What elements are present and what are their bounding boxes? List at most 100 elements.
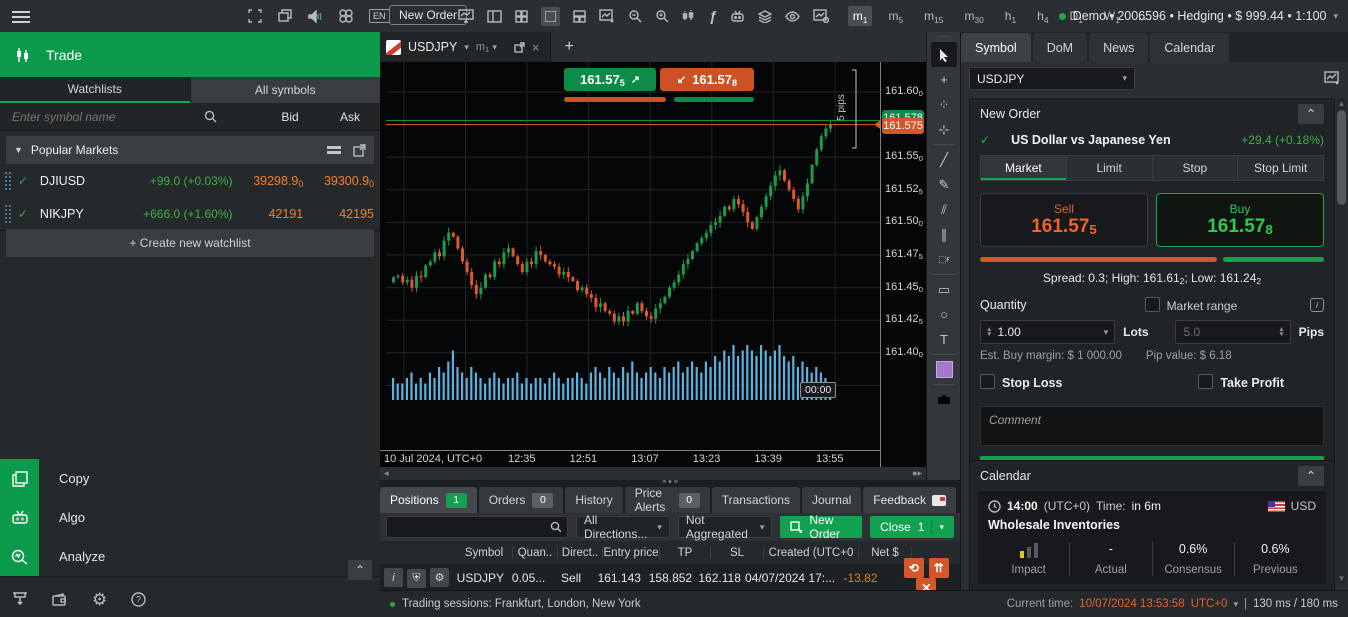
wallet-icon[interactable] — [52, 593, 68, 607]
watchlist-group-header[interactable]: ▼ Popular Markets — [6, 136, 374, 164]
reverse-position-button[interactable]: ⟲ — [904, 558, 924, 578]
ask-price[interactable]: 42195 — [303, 207, 374, 221]
grid-multi-icon[interactable] — [515, 10, 528, 23]
feedback-button[interactable]: Feedback — [863, 487, 956, 513]
chart-timeframe-label[interactable]: m1 ▾ — [476, 41, 497, 53]
fullscreen-icon[interactable] — [248, 9, 262, 23]
frame-tool[interactable]: ⊹ — [931, 117, 957, 142]
order-type-stop-limit[interactable]: Stop Limit — [1237, 156, 1323, 180]
add-chart-icon[interactable] — [599, 9, 615, 23]
hamburger-menu-icon[interactable] — [12, 8, 30, 26]
list-view-icon[interactable] — [327, 144, 341, 157]
order-type-market[interactable]: Market — [981, 156, 1066, 180]
indicators-icon[interactable]: ƒ — [709, 8, 717, 24]
add-chart-tab-button[interactable]: + — [565, 38, 574, 56]
tab-symbol[interactable]: Symbol — [961, 33, 1031, 62]
chart-area[interactable]: 161.575 ↗ ↙ 161.578 00:00 5 pips — [380, 62, 880, 450]
tab-all-symbols[interactable]: All symbols — [190, 77, 381, 103]
chevron-down-icon[interactable]: ▾ — [464, 42, 469, 53]
timeframe-m1[interactable]: m1 — [848, 6, 873, 26]
stepper-arrows-icon[interactable]: ▲▼ — [981, 327, 997, 337]
layout-icon[interactable] — [487, 10, 502, 23]
tab-watchlists[interactable]: Watchlists — [0, 77, 190, 103]
add-to-chart-icon[interactable] — [1324, 71, 1341, 86]
collapse-chevron-icon[interactable]: ⌃ — [1298, 466, 1324, 486]
plugins-icon[interactable] — [339, 9, 353, 23]
tab-news[interactable]: News — [1089, 33, 1148, 62]
zoom-out-icon[interactable] — [628, 9, 642, 23]
pen-tool[interactable]: ✎ — [931, 172, 957, 197]
drag-handle-icon[interactable] — [4, 204, 12, 224]
ask-price[interactable]: 39300.90 — [303, 174, 374, 188]
account-selector[interactable]: Demo • 2006596 • Hedging • $ 999.44 • 1:… — [1059, 0, 1338, 32]
take-profit-checkbox[interactable]: Take Profit — [1198, 374, 1284, 390]
new-order-button-panel[interactable]: New Order — [780, 516, 862, 538]
color-swatch[interactable] — [931, 357, 957, 382]
price-axis[interactable]: 161.600161.550161.525161.500161.475161.4… — [880, 62, 927, 467]
comment-textarea[interactable]: Comment — [980, 406, 1324, 446]
buy-button[interactable]: Buy 161.578 — [1156, 193, 1324, 247]
order-type-limit[interactable]: Limit — [1066, 156, 1152, 180]
new-order-button[interactable]: New Order — [389, 5, 467, 25]
order-type-stop[interactable]: Stop — [1152, 156, 1238, 180]
pointer-tool[interactable] — [931, 42, 957, 67]
market-range-checkbox[interactable]: Market range — [1145, 297, 1238, 313]
timezone-selector[interactable]: UTC+0 — [1191, 598, 1228, 610]
help-icon[interactable]: ? — [131, 592, 146, 607]
timeframe-m15[interactable]: m15 — [919, 6, 948, 26]
stop-loss-checkbox[interactable]: Stop Loss — [980, 374, 1062, 390]
sidebar-collapse-button[interactable]: ⌃ — [348, 560, 372, 580]
bid-price[interactable]: 39298.90 — [233, 174, 304, 188]
position-protection-icon[interactable]: ⛨ — [407, 569, 426, 588]
grid-split-icon[interactable] — [573, 10, 586, 23]
right-panel-scrollbar[interactable]: ▲ ▼ — [1336, 98, 1347, 584]
search-icon[interactable] — [204, 110, 217, 123]
collapse-chevron-icon[interactable]: ⌃ — [1298, 104, 1324, 124]
channel-tool[interactable]: ∥ — [931, 222, 957, 247]
crosshair-tool[interactable]: + — [931, 67, 957, 92]
close-chart-icon[interactable]: × — [532, 40, 540, 55]
double-position-button[interactable]: ⇈ — [929, 558, 949, 578]
ellipse-tool[interactable]: ○ — [931, 302, 957, 327]
popout-icon[interactable] — [353, 144, 366, 157]
cbots-icon[interactable] — [730, 10, 745, 23]
tab-calendar[interactable]: Calendar — [1150, 33, 1229, 62]
sidebar-item-algo[interactable]: Algo — [0, 498, 380, 538]
chart-tab-usdjpy[interactable]: USDJPY ▾ m1 ▾ × — [380, 32, 551, 62]
chart-display-icon[interactable] — [458, 9, 474, 23]
positions-search-input[interactable] — [386, 516, 568, 538]
tab-journal[interactable]: Journal — [802, 487, 861, 513]
text-tool[interactable]: T — [931, 327, 957, 352]
toolbar-drag-handle[interactable]: ⋯⋯ — [931, 32, 957, 42]
chevron-down-icon[interactable]: ▾ — [1233, 599, 1238, 610]
fibonacci-tool[interactable]: ⫽ — [931, 197, 957, 222]
directions-filter-dropdown[interactable]: All Directions...▾ — [576, 516, 670, 538]
timeframe-m30[interactable]: m30 — [959, 6, 988, 26]
chart-sell-price-button[interactable]: 161.575 ↗ — [564, 68, 656, 91]
timeframe-m5[interactable]: m5 — [883, 6, 908, 26]
watchlist-row-DJIUSD[interactable]: ✓DJIUSD+99.0 (+0.03%)39298.9039300.90 — [0, 164, 380, 198]
tab-history[interactable]: History — [565, 487, 622, 513]
sell-button[interactable]: Sell 161.575 — [980, 193, 1148, 247]
grid-single-icon[interactable] — [541, 7, 560, 26]
position-settings-icon[interactable]: ⚙ — [430, 568, 449, 587]
symbol-select-dropdown[interactable]: USDJPY▾ — [969, 67, 1135, 90]
positions-table-row[interactable]: i⛨⚙USDJPY0.05...Sell161.143158.852162.11… — [380, 564, 960, 591]
deposit-atm-icon[interactable] — [12, 592, 28, 607]
drag-handle-icon[interactable] — [4, 171, 12, 191]
settings-gear-icon[interactable]: ⚙ — [92, 590, 107, 610]
aggregation-filter-dropdown[interactable]: Not Aggregated▾ — [678, 516, 772, 538]
quantity-stepper[interactable]: ▲▼ 1.00 ▾ — [980, 320, 1115, 344]
position-info-icon[interactable]: i — [384, 568, 403, 587]
tab-transactions[interactable]: Transactions — [712, 487, 800, 513]
scroll-right-icon[interactable]: ●▸ — [912, 468, 922, 479]
zoom-in-icon[interactable] — [655, 9, 669, 23]
tab-dom[interactable]: DoM — [1033, 33, 1087, 62]
close-position-button[interactable]: Close 1 ▾ — [870, 516, 954, 538]
tab-orders[interactable]: Orders0 — [479, 487, 564, 513]
sidebar-item-trade[interactable]: Trade — [0, 32, 380, 77]
chart-buy-price-button[interactable]: ↙ 161.578 — [660, 68, 754, 91]
timeframe-h4[interactable]: h4 — [1032, 6, 1053, 26]
sidebar-item-analyze[interactable]: Analyze — [0, 537, 380, 577]
tab-price-alerts[interactable]: Price Alerts0 — [625, 487, 710, 513]
